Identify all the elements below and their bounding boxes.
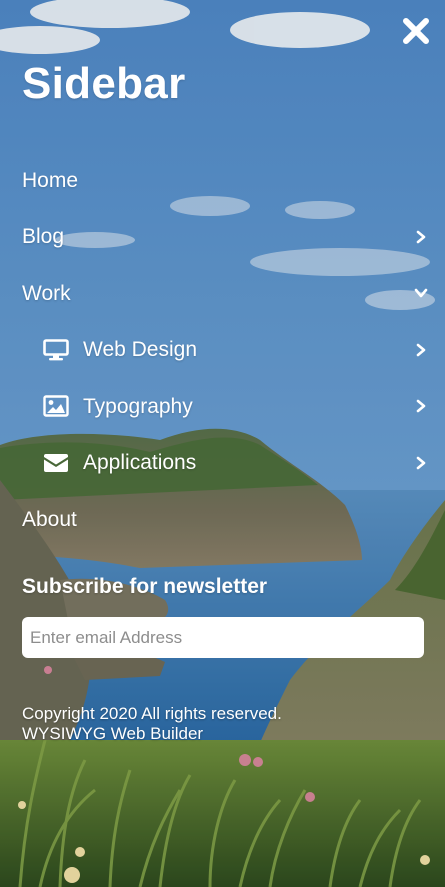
menu-item-label: Blog: [22, 225, 65, 249]
chevron-down-icon: [413, 285, 429, 301]
menu-item-label: Home: [22, 168, 79, 192]
menu-item-web-design[interactable]: Web Design: [0, 322, 445, 379]
menu-item-label: Typography: [83, 394, 193, 418]
menu-item-work[interactable]: Work: [0, 265, 445, 322]
sidebar-menu: Home Blog Work Web Design Typography App…: [0, 152, 445, 548]
menu-item-blog[interactable]: Blog: [0, 209, 445, 266]
newsletter-heading: Subscribe for newsletter: [22, 575, 268, 598]
menu-item-home[interactable]: Home: [0, 152, 445, 209]
sidebar-title: Sidebar: [22, 59, 186, 108]
menu-item-label: About: [22, 507, 77, 531]
chevron-right-icon: [413, 229, 429, 245]
desktop-icon: [42, 338, 70, 362]
menu-item-typography[interactable]: Typography: [0, 378, 445, 435]
copyright-line: Copyright 2020 All rights reserved.: [22, 704, 282, 723]
builder-credit: WYSIWYG Web Builder: [22, 724, 204, 743]
chevron-right-icon: [413, 398, 429, 414]
email-field[interactable]: [22, 617, 424, 658]
envelope-icon: [42, 451, 70, 475]
sidebar-content: Sidebar Home Blog Work Web Design Typogr…: [0, 0, 445, 887]
chevron-right-icon: [413, 342, 429, 358]
menu-item-label: Web Design: [83, 338, 198, 362]
menu-item-applications[interactable]: Applications: [0, 435, 445, 492]
menu-item-label: Work: [22, 281, 71, 305]
copyright-text: Copyright 2020 All rights reserved. WYSI…: [22, 704, 422, 744]
chevron-right-icon: [413, 455, 429, 471]
sidebar-panel: Sidebar Home Blog Work Web Design Typogr…: [0, 0, 445, 887]
menu-item-about[interactable]: About: [0, 491, 445, 548]
close-icon[interactable]: [399, 14, 433, 48]
image-icon: [42, 394, 70, 418]
menu-item-label: Applications: [83, 451, 197, 475]
